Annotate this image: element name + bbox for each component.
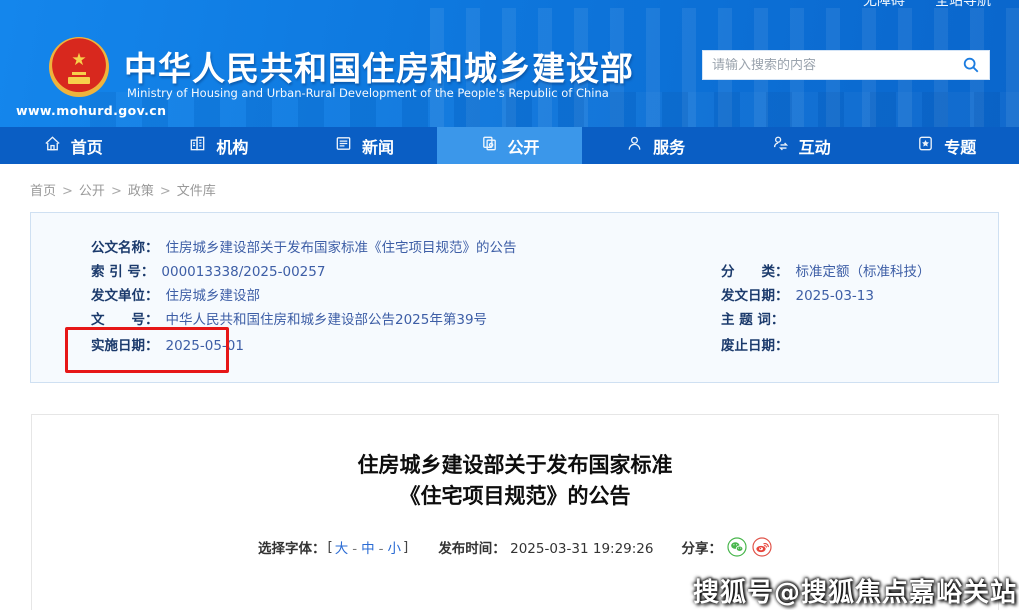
font-size-separator: - — [379, 541, 384, 557]
article-meta-row: 选择字体： [ 大-中-小 ] 发布时间： 2025-03-31 19:29:2… — [32, 537, 998, 557]
nav-item-label: 专题 — [944, 134, 976, 158]
emblem-gate-icon — [68, 77, 90, 84]
metadata-label: 分 类： — [721, 264, 789, 280]
disclosure-icon — [480, 134, 499, 157]
metadata-label: 文 号： — [91, 312, 159, 328]
font-size-link-1[interactable]: 大 — [335, 541, 349, 557]
font-size-chooser-label: 选择字体： — [258, 537, 326, 557]
nav-item-label: 互动 — [799, 134, 831, 158]
metadata-label: 发文日期： — [721, 288, 789, 304]
nav-item-news[interactable]: 新闻 — [291, 127, 437, 164]
metadata-row: 发文日期： 2025-03-13 — [721, 284, 874, 304]
font-size-open-bracket: [ — [328, 539, 333, 555]
metadata-value: 住房城乡建设部 — [166, 288, 261, 304]
nav-item-topics[interactable]: 专题 — [873, 127, 1019, 164]
font-size-close-bracket: ] — [403, 539, 408, 555]
article-title-line1: 住房城乡建设部关于发布国家标准 — [358, 453, 673, 477]
site-url: www.mohurd.gov.cn — [16, 103, 166, 118]
nav-item-home[interactable]: 首页 — [0, 127, 146, 164]
breadcrumb-separator: > — [160, 184, 171, 199]
news-icon — [334, 134, 353, 157]
search-icon[interactable] — [962, 56, 980, 74]
watermark: 搜狐号@搜狐焦点嘉峪关站 — [693, 572, 1017, 609]
breadcrumb-item[interactable]: 文件库 — [177, 184, 216, 199]
nav-item-label: 机构 — [216, 134, 248, 158]
metadata-value: 标准定额（标准科技） — [796, 264, 931, 280]
metadata-row: 主 题 词： — [721, 308, 791, 328]
breadcrumb-item[interactable]: 首页 — [30, 184, 56, 199]
metadata-row: 废止日期： — [721, 334, 796, 354]
nav-item-label: 服务 — [653, 134, 685, 158]
article-title: 住房城乡建设部关于发布国家标准 《住宅项目规范》的公告 — [32, 450, 998, 512]
nav-item-label: 首页 — [71, 134, 103, 158]
search-input[interactable] — [712, 58, 962, 73]
home-icon — [43, 134, 62, 157]
site-title: 中华人民共和国住房和城乡建设部 — [124, 42, 634, 90]
breadcrumb-separator: > — [111, 184, 122, 199]
share-label: 分享： — [682, 537, 723, 557]
publish-time-value: 2025-03-31 19:29:26 — [510, 541, 653, 557]
nav-item-organization[interactable]: 机构 — [146, 127, 292, 164]
top-utility-left-link[interactable]: 无障碍 — [863, 0, 905, 10]
metadata-label: 索 引 号： — [91, 264, 154, 280]
nav-item-interaction[interactable]: 互动 — [728, 127, 874, 164]
nav-item-disclosure[interactable]: 公开 — [437, 127, 583, 164]
metadata-row: 公文名称： 住房城乡建设部关于发布国家标准《住宅项目规范》的公告 — [91, 236, 517, 256]
font-size-link-3[interactable]: 小 — [388, 541, 402, 557]
top-utility-bar: 无障碍 全站导航 — [863, 0, 991, 10]
metadata-value: 中华人民共和国住房和城乡建设部公告2025年第39号 — [166, 312, 488, 328]
organization-icon — [188, 134, 207, 157]
metadata-label: 主 题 词： — [721, 312, 784, 328]
site-header: 无障碍 全站导航 ★ www.mohurd.gov.cn 中华人民共和国住房和城… — [0, 0, 1019, 127]
publish-time-label: 发布时间： — [438, 541, 506, 557]
metadata-label: 发文单位： — [91, 288, 159, 304]
breadcrumb: 首页 > 公开 > 政策 > 文件库 — [30, 180, 216, 199]
breadcrumb-item[interactable]: 政策 — [128, 184, 154, 199]
metadata-label: 废止日期： — [721, 338, 789, 354]
document-metadata-panel: 公文名称： 住房城乡建设部关于发布国家标准《住宅项目规范》的公告索 引 号： 000… — [30, 212, 999, 383]
nav-item-label: 新闻 — [362, 134, 394, 158]
service-icon — [625, 134, 644, 157]
wechat-share-icon[interactable] — [727, 537, 747, 557]
metadata-value: 住房城乡建设部关于发布国家标准《住宅项目规范》的公告 — [166, 240, 517, 256]
national-emblem-logo[interactable]: ★ — [49, 37, 109, 97]
metadata-row: 分 类： 标准定额（标准科技） — [721, 260, 931, 280]
nav-item-label: 公开 — [508, 134, 540, 158]
font-size-link-2[interactable]: 中 — [361, 541, 375, 557]
metadata-value: 000013338/2025-00257 — [161, 264, 325, 280]
metadata-row: 索 引 号： 000013338/2025-00257 — [91, 260, 325, 280]
search-box — [702, 50, 990, 80]
nav-item-service[interactable]: 服务 — [582, 127, 728, 164]
interaction-icon — [771, 134, 790, 157]
metadata-value: 2025-03-13 — [796, 288, 874, 304]
metadata-row: 发文单位： 住房城乡建设部 — [91, 284, 260, 304]
site-subtitle: Ministry of Housing and Urban-Rural Deve… — [127, 86, 609, 100]
weibo-share-icon[interactable] — [752, 537, 772, 557]
emblem-star-icon: ★ — [71, 50, 86, 70]
font-size-links: 大-中-小 — [335, 537, 401, 557]
publish-time: 发布时间： 2025-03-31 19:29:26 — [438, 537, 653, 557]
breadcrumb-separator: > — [62, 184, 73, 199]
main-nav: 首页 机构 新闻 公开 服务 互动 专题 — [0, 127, 1019, 164]
breadcrumb-item[interactable]: 公开 — [79, 184, 105, 199]
top-utility-right-link[interactable]: 全站导航 — [935, 0, 991, 10]
font-size-separator: - — [352, 541, 357, 557]
metadata-label: 公文名称： — [91, 240, 159, 256]
implementation-date-highlight-annotation — [65, 327, 229, 373]
metadata-row: 文 号： 中华人民共和国住房和城乡建设部公告2025年第39号 — [91, 308, 487, 328]
article-title-line2: 《住宅项目规范》的公告 — [400, 484, 631, 508]
share-controls: 分享： — [682, 537, 773, 557]
topics-icon — [916, 134, 935, 157]
